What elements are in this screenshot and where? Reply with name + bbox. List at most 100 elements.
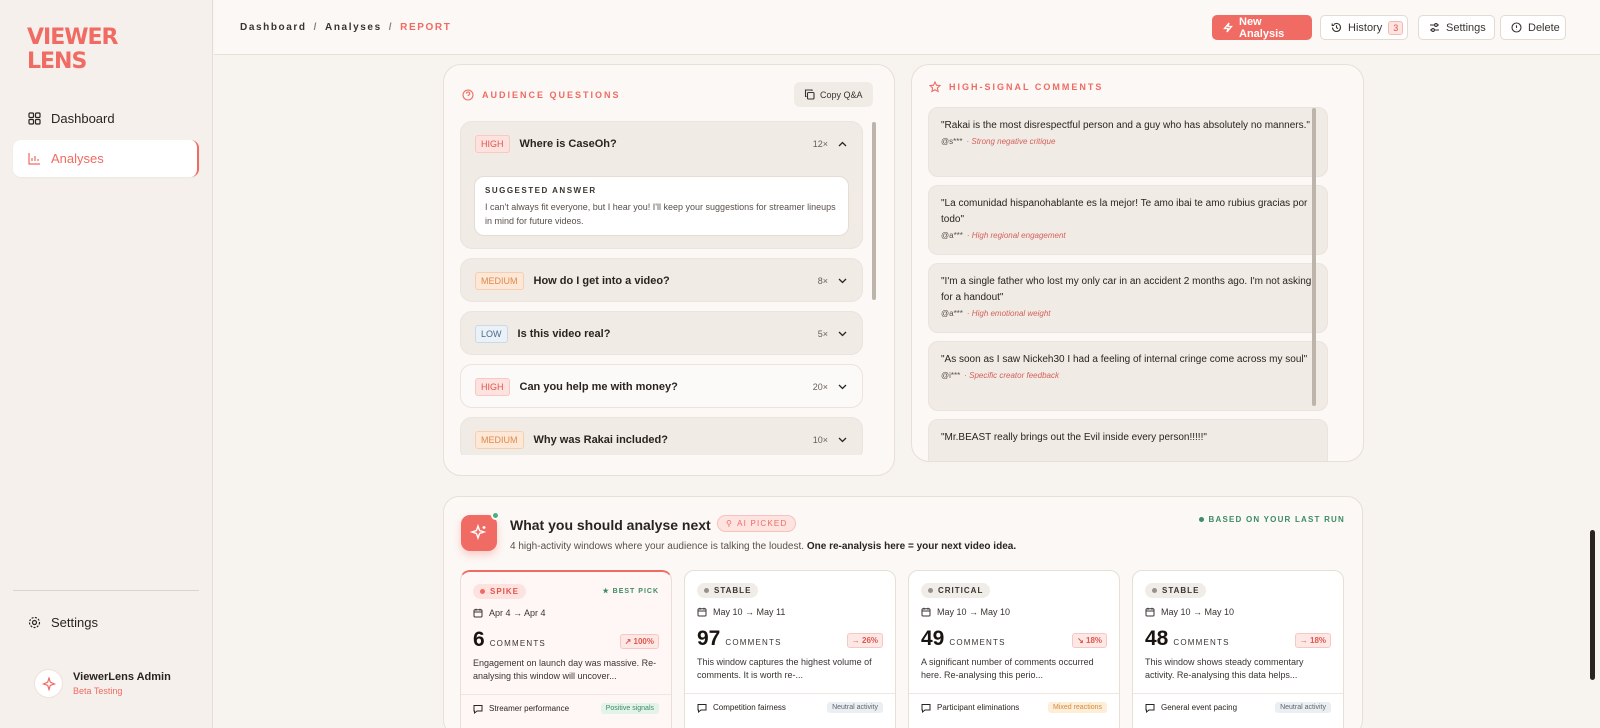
signal-badge: Mixed reactions: [1047, 702, 1107, 713]
priority-badge: HIGH: [475, 135, 510, 153]
window-date-range: May 10 → May 10: [1145, 607, 1234, 617]
sidebar-divider: [13, 590, 199, 591]
user-name: ViewerLens Admin: [73, 671, 171, 683]
lightning-icon: [1223, 22, 1233, 33]
sidebar-item-label: Settings: [51, 615, 98, 630]
comment-user: @i***: [941, 371, 961, 380]
window-card-critical[interactable]: CRITICAL May 10 → May 10 49 COMMENTS ↘ 18…: [908, 570, 1120, 728]
comment-item[interactable]: "La comunidad hispanohablante es la mejo…: [928, 185, 1328, 255]
question-count: 10×: [812, 435, 828, 445]
chevron-down-icon[interactable]: [838, 437, 848, 443]
priority-badge: MEDIUM: [475, 272, 524, 290]
window-date-range: May 10 → May 10: [921, 607, 1010, 617]
chevron-down-icon[interactable]: [838, 331, 848, 337]
status-badge: CRITICAL: [921, 583, 991, 598]
comment-tag: · Specific creator feedback: [964, 371, 1059, 380]
window-topic: Streamer performance Positive signals: [473, 703, 659, 714]
user-role: Beta Testing: [73, 686, 123, 696]
sidebar-item-settings[interactable]: Settings: [13, 604, 199, 641]
window-card-stable-2[interactable]: STABLE May 10 → May 10 48 COMMENTS → 18% …: [1132, 570, 1344, 728]
copy-qa-button[interactable]: Copy Q&A: [794, 82, 873, 107]
viewerlens-logo[interactable]: VIEWER LENS: [27, 26, 118, 74]
dashboard-icon: [27, 112, 41, 126]
calendar-icon: [473, 608, 483, 618]
question-text: Where is CaseOh?: [519, 138, 617, 150]
avatar: [34, 669, 63, 698]
comment-count: 97 COMMENTS: [697, 627, 782, 650]
question-item[interactable]: MEDIUM How do I get into a video? 8×: [460, 258, 863, 302]
analyse-next-card: What you should analyse next ⚲ AI PICKED …: [443, 496, 1363, 728]
window-description: A significant number of comments occurre…: [921, 657, 1094, 680]
sparkle-icon: [470, 524, 487, 541]
comment-item[interactable]: "I'm a single father who lost my only ca…: [928, 263, 1328, 333]
trend-delta: → 26%: [846, 633, 883, 648]
window-topic: Competition fairness Neutral activity: [697, 702, 883, 713]
comment-user: @a***: [941, 231, 963, 240]
question-count: 8×: [817, 276, 828, 286]
sidebar-item-dashboard[interactable]: Dashboard: [13, 100, 199, 137]
analyse-next-subtitle: 4 high-activity windows where your audie…: [510, 541, 1017, 552]
question-item[interactable]: HIGH Where is CaseOh? 12× SUGGESTED ANSW…: [460, 121, 863, 249]
chat-bubble-icon: [921, 703, 931, 713]
comment-item[interactable]: "As soon as I saw Nickeh30 I had a feeli…: [928, 341, 1328, 411]
chat-bubble-icon: [473, 704, 483, 714]
topbar: Dashboard / Analyses / REPORT New Analysis H…: [214, 0, 1600, 55]
suggested-answer: SUGGESTED ANSWER I can't always fit ever…: [474, 176, 849, 236]
comment-count: 6 COMMENTS: [473, 628, 546, 651]
status-badge: SPIKE: [473, 584, 527, 599]
best-pick-label: ★ BEST PICK: [602, 588, 659, 595]
chat-bubble-icon: [697, 703, 707, 713]
settings-button[interactable]: Settings: [1418, 15, 1495, 40]
audience-questions-title: AUDIENCE QUESTIONS: [462, 89, 621, 101]
info-circle-icon: [1511, 22, 1522, 33]
status-badge: STABLE: [697, 583, 759, 598]
new-analysis-button[interactable]: New Analysis: [1212, 15, 1312, 40]
comment-tag: · High regional engagement: [966, 231, 1066, 240]
history-button[interactable]: History 3: [1320, 15, 1408, 40]
questions-scrollbar[interactable]: [872, 122, 876, 300]
sidebar: VIEWER LENS Dashboard Analyses Settings …: [0, 0, 213, 728]
analyse-next-title: What you should analyse next: [510, 517, 711, 533]
question-text: Can you help me with money?: [519, 381, 678, 393]
status-badge: STABLE: [1145, 583, 1207, 598]
question-item[interactable]: HIGH Can you help me with money? 20×: [460, 364, 863, 408]
question-item[interactable]: LOW Is this video real? 5×: [460, 311, 863, 355]
question-item[interactable]: MEDIUM Why was Rakai included? 10×: [460, 417, 863, 455]
chat-bubble-icon: [1145, 703, 1155, 713]
window-topic: General event pacing Neutral activity: [1145, 702, 1331, 713]
question-text: Is this video real?: [517, 328, 611, 340]
signal-badge: Neutral activity: [827, 702, 883, 713]
priority-badge: MEDIUM: [475, 431, 524, 449]
copy-icon: [804, 89, 815, 100]
gear-icon: [27, 616, 41, 630]
window-topic: Participant eliminations Mixed reactions: [921, 702, 1107, 713]
window-card-spike[interactable]: SPIKE ★ BEST PICK Apr 4 → Apr 4 6 COMMENT…: [460, 570, 672, 728]
window-card-stable[interactable]: STABLE May 10 → May 11 97 COMMENTS → 26% …: [684, 570, 896, 728]
delete-button[interactable]: Delete: [1500, 15, 1566, 40]
breadcrumb-analyses[interactable]: Analyses: [325, 22, 382, 33]
trend-delta: → 18%: [1294, 633, 1331, 648]
chevron-up-icon[interactable]: [838, 141, 848, 147]
sidebar-item-analyses[interactable]: Analyses: [13, 140, 199, 177]
user-profile[interactable]: ViewerLens Admin Beta Testing: [34, 669, 171, 698]
calendar-icon: [921, 607, 931, 617]
comments-scrollbar[interactable]: [1312, 108, 1316, 406]
chevron-down-icon[interactable]: [838, 384, 848, 390]
question-count: 20×: [812, 382, 828, 392]
comment-user: @s***: [941, 137, 963, 146]
breadcrumb-dashboard[interactable]: Dashboard: [240, 22, 307, 33]
chevron-down-icon[interactable]: [838, 278, 848, 284]
trend-delta: ↘ 18%: [1072, 633, 1107, 648]
window-description: Engagement on launch day was massive. Re…: [473, 658, 657, 681]
breadcrumb: Dashboard / Analyses / REPORT: [240, 22, 452, 33]
page-scrollbar[interactable]: [1590, 530, 1595, 680]
high-signal-comments-card: HIGH-SIGNAL COMMENTS "Rakai is the most …: [911, 64, 1364, 462]
breadcrumb-report: REPORT: [400, 22, 452, 33]
questions-list: HIGH Where is CaseOh? 12× SUGGESTED ANSW…: [460, 121, 863, 455]
audience-questions-card: AUDIENCE QUESTIONS Copy Q&A HIGH Where i…: [443, 64, 895, 476]
calendar-icon: [697, 607, 707, 617]
comment-item[interactable]: "Mr.BEAST really brings out the Evil ins…: [928, 419, 1328, 461]
priority-badge: HIGH: [475, 378, 510, 396]
comment-item[interactable]: "Rakai is the most disrespectful person …: [928, 107, 1328, 177]
sliders-icon: [1429, 22, 1440, 33]
